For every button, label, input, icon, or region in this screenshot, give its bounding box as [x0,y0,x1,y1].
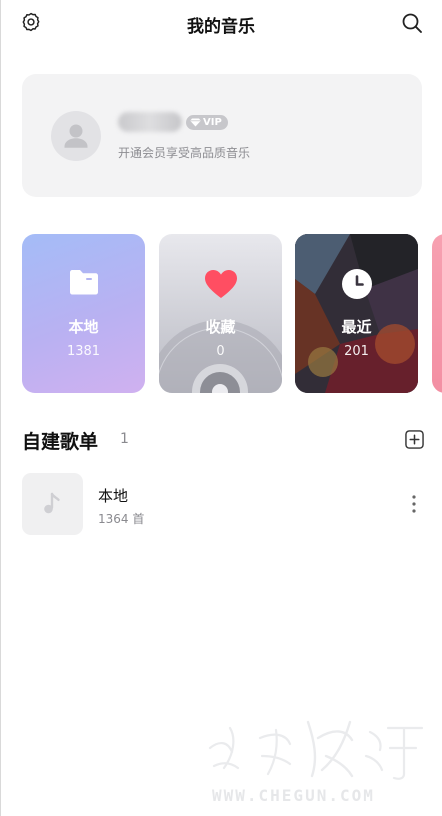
page-title: 我的音乐 [187,17,255,37]
search-icon[interactable] [400,11,424,35]
album-collage-background [295,234,418,393]
watermark: WWW.CHEGUN.COM [200,708,430,808]
diamond-icon [190,118,201,127]
recent-card-label: 最近 [341,318,372,336]
playlist-track-count: 1364 首 [98,512,145,526]
next-card-peek[interactable] [432,234,442,393]
folder-icon [69,270,98,295]
add-square-icon[interactable] [405,430,424,449]
playlist-cover [22,473,83,535]
user-avatar-icon[interactable] [51,111,101,161]
window-left-border [0,0,1,816]
watermark-url: WWW.CHEGUN.COM [212,786,375,805]
favorites-card[interactable]: 收藏 0 [159,234,282,393]
username-blurred [118,112,182,132]
local-music-card[interactable]: 本地 1381 [22,234,145,393]
recent-card-count: 201 [344,344,369,359]
favorites-card-label: 收藏 [205,318,236,336]
favorites-card-count: 0 [216,344,225,359]
watermark-calligraphy-logo [208,720,424,780]
top-bar: 我的音乐 [0,0,442,46]
more-vertical-icon[interactable] [406,493,422,515]
music-note-icon [43,492,60,514]
playlist-count: 1 [120,431,129,447]
playlist-row[interactable]: 本地 1364 首 [22,473,426,536]
membership-promo-text: 开通会员享受高品质音乐 [118,146,251,160]
vinyl-record-decoration [159,320,282,393]
playlist-name: 本地 [98,487,129,505]
playlists-section-header: 自建歌单 1 [22,426,426,454]
recent-card[interactable]: 最近 201 [295,234,418,393]
clock-icon [341,269,372,299]
local-card-count: 1381 [66,344,101,359]
profile-card[interactable]: VIP 开通会员享受高品质音乐 [22,74,422,197]
local-card-label: 本地 [68,318,99,336]
vip-label: VIP [203,117,222,128]
vip-badge[interactable]: VIP [186,115,228,130]
heart-icon [204,270,237,298]
section-title: 自建歌单 [22,431,99,453]
